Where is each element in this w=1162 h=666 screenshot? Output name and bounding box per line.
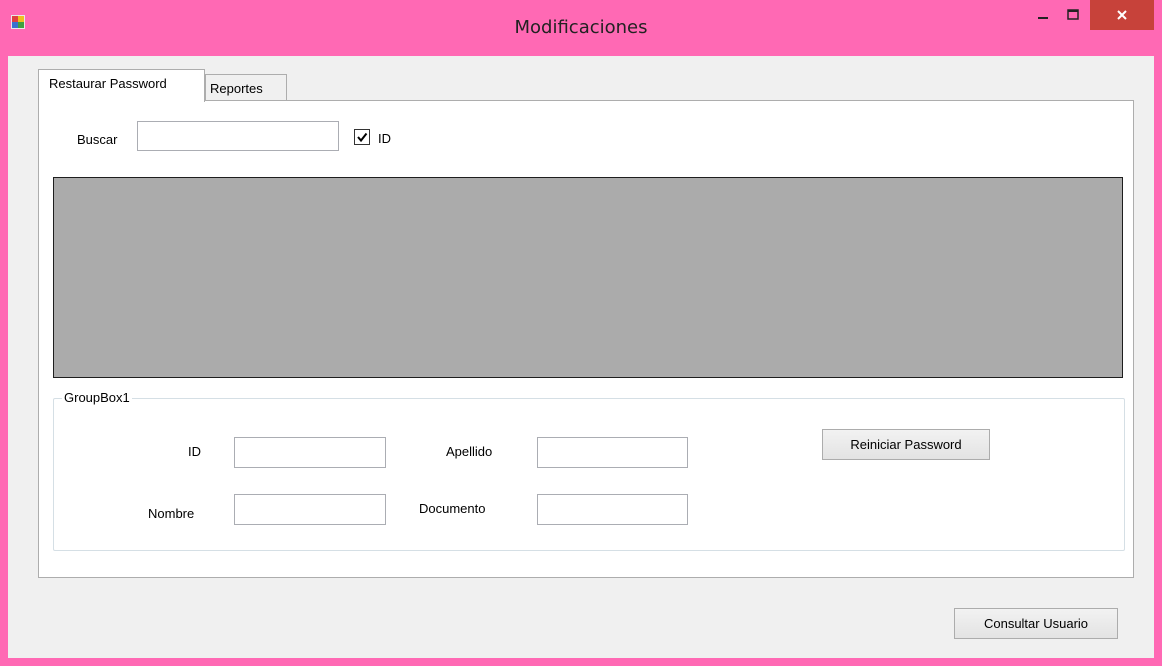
data-grid[interactable]	[53, 177, 1123, 378]
id-checkbox-label: ID	[378, 131, 391, 146]
apellido-field[interactable]	[537, 437, 688, 468]
apellido-label: Apellido	[446, 444, 493, 459]
window-title: Modificaciones	[514, 17, 648, 38]
window: Modificaciones Restaurar Password Report…	[0, 0, 1162, 666]
minimize-button[interactable]	[1029, 0, 1057, 30]
minimize-icon	[1038, 17, 1048, 19]
maximize-button[interactable]	[1058, 0, 1088, 30]
search-input[interactable]	[137, 121, 339, 151]
tab-restaurar-password[interactable]: Restaurar Password	[38, 69, 205, 102]
tab-label: Reportes	[210, 81, 263, 96]
tab-page: Buscar ID GroupBox1 ID Apellido Nombre D…	[38, 100, 1134, 578]
id-checkbox[interactable]	[354, 129, 370, 145]
nombre-field[interactable]	[234, 494, 386, 525]
close-button[interactable]	[1090, 0, 1154, 30]
documento-field[interactable]	[537, 494, 688, 525]
id-field[interactable]	[234, 437, 386, 468]
title-bar[interactable]: Modificaciones	[0, 0, 1162, 56]
checkmark-icon	[357, 132, 368, 143]
nombre-label: Nombre	[148, 506, 195, 521]
consultar-usuario-button[interactable]: Consultar Usuario	[954, 608, 1118, 639]
client-area: Restaurar Password Reportes Buscar ID Gr…	[8, 56, 1154, 658]
documento-label: Documento	[419, 501, 486, 516]
maximize-icon	[1067, 9, 1079, 20]
reiniciar-password-button[interactable]: Reiniciar Password	[822, 429, 990, 460]
groupbox-title: GroupBox1	[62, 390, 132, 405]
tab-reportes[interactable]: Reportes	[205, 74, 287, 101]
close-icon	[1117, 10, 1127, 20]
groupbox: GroupBox1 ID Apellido Nombre Documento R…	[53, 390, 1125, 551]
tab-label: Restaurar Password	[49, 76, 167, 91]
buscar-label: Buscar	[77, 132, 118, 147]
id-label: ID	[188, 444, 201, 459]
